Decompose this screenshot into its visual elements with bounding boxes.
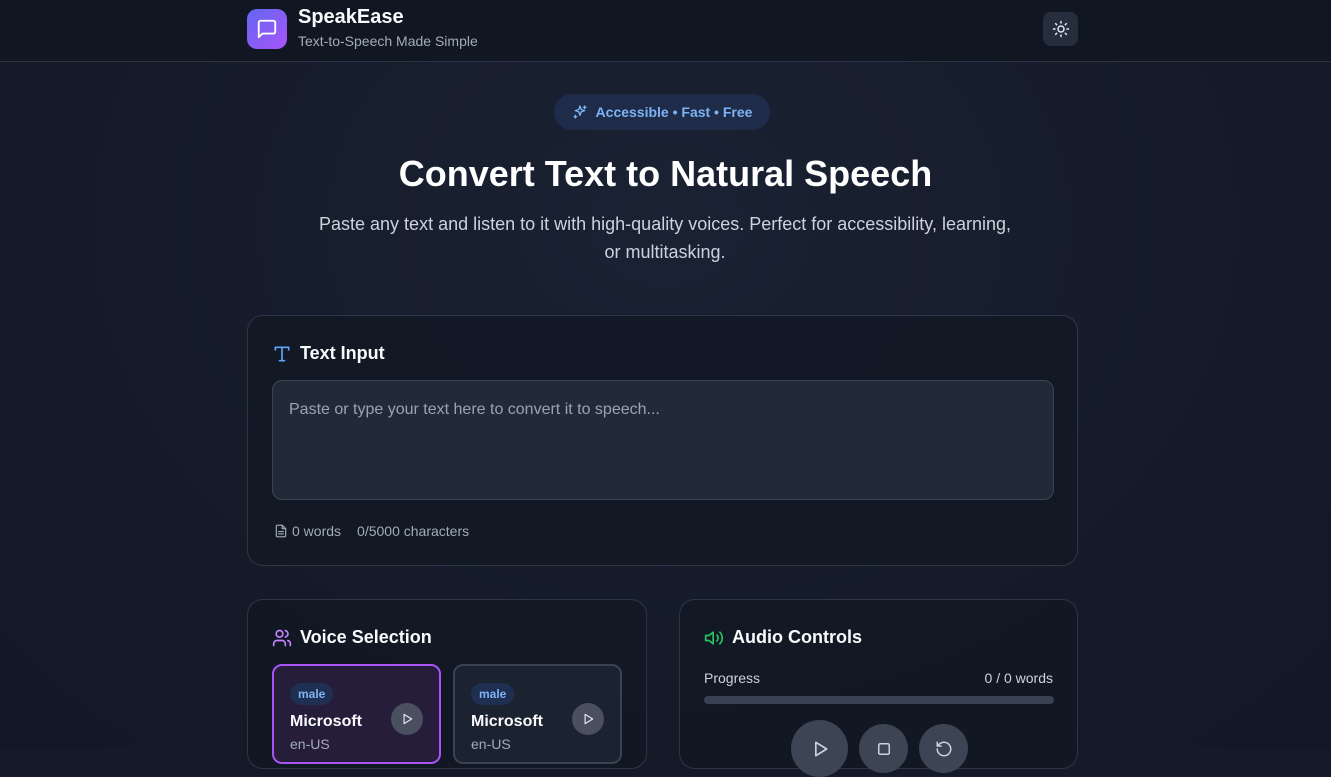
audio-controls-heading: Audio Controls: [704, 627, 862, 648]
app-header: SpeakEase Text-to-Speech Made Simple: [0, 0, 1331, 62]
text-input-card: Text Input 0 words 0/5000 characters: [247, 315, 1078, 566]
page-title: Convert Text to Natural Speech: [398, 153, 933, 194]
feature-badge-label: Accessible • Fast • Free: [595, 104, 753, 120]
volume-icon: [704, 630, 724, 645]
audio-controls-card: Audio Controls Progress 0 / 0 words: [679, 599, 1078, 777]
progress-label: Progress: [704, 670, 761, 686]
type-icon: [274, 346, 290, 361]
text-input-heading: Text Input: [272, 343, 385, 364]
voice-option[interactable]: male Microsoft en-US: [453, 664, 622, 764]
voice-name: Microsoft: [290, 713, 362, 730]
users-icon: [272, 629, 292, 646]
theme-toggle-button[interactable]: [1043, 12, 1078, 46]
file-text-icon: [275, 524, 287, 538]
voice-selection-card: Voice Selection male Microsoft en-US mal…: [247, 599, 647, 769]
gender-badge: male: [471, 683, 515, 705]
gender-badge: male: [290, 683, 334, 705]
voice-selection-heading: Voice Selection: [272, 627, 432, 648]
voice-preview-button[interactable]: [572, 703, 604, 735]
app-tagline: Text-to-Speech Made Simple: [298, 33, 478, 49]
page-subtitle: Paste any text and listen to it with hig…: [319, 214, 1011, 262]
voice-preview-button[interactable]: [391, 703, 423, 735]
feature-badge: Accessible • Fast • Free: [554, 94, 770, 130]
sun-icon: [1052, 20, 1069, 38]
voice-name: Microsoft: [471, 713, 543, 730]
text-stats: 0 words 0/5000 characters: [274, 523, 469, 539]
character-count: 0/5000 characters: [357, 523, 470, 539]
play-icon: [403, 713, 413, 725]
voice-selection-title: Voice Selection: [300, 627, 432, 647]
play-icon: [584, 713, 594, 725]
text-input-field[interactable]: [272, 380, 1054, 500]
sparkles-icon: [572, 105, 587, 119]
brand: SpeakEase Text-to-Speech Made Simple: [247, 6, 478, 49]
audio-controls-title: Audio Controls: [732, 627, 862, 647]
word-count: 0 words: [292, 523, 342, 539]
progress-bar: [704, 696, 1054, 704]
voice-option[interactable]: male Microsoft en-US: [272, 664, 441, 764]
message-square-icon: [247, 9, 287, 49]
text-input-title: Text Input: [300, 343, 385, 363]
app-name: SpeakEase: [298, 6, 404, 28]
voice-language: en-US: [290, 736, 330, 752]
progress-count: 0 / 0 words: [984, 670, 1053, 686]
voice-language: en-US: [471, 736, 511, 752]
